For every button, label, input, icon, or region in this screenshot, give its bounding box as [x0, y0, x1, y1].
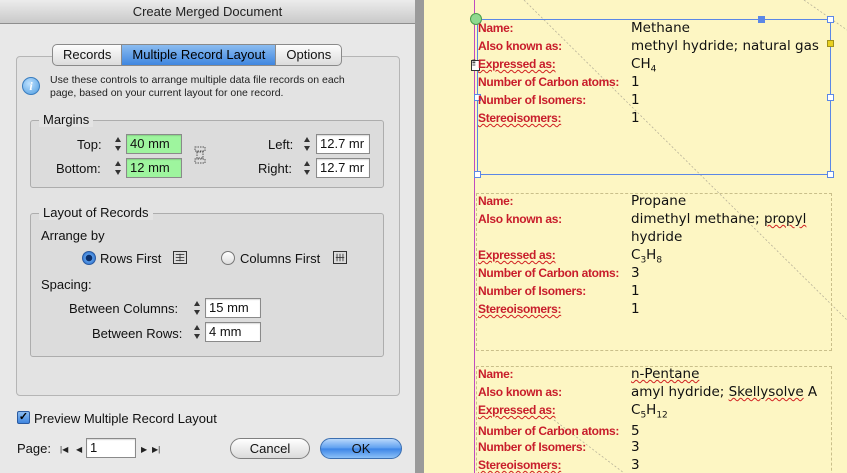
bottom-stepper[interactable] — [114, 158, 123, 178]
right-label: Right: — [258, 161, 292, 176]
previous-page-icon[interactable]: ◀ — [76, 445, 82, 454]
bottom-margin-field[interactable]: 12 mm — [126, 158, 182, 178]
record-field-name: Number of Carbon atoms: — [478, 75, 620, 89]
left-label: Left: — [268, 137, 294, 152]
rows-first-label[interactable]: Rows First — [100, 251, 161, 266]
record-field-name: Also known as: — [478, 212, 562, 226]
record-field-value: 1 — [631, 92, 640, 108]
record-2-field-row: Number of Carbon atoms: 3 — [478, 264, 821, 282]
resize-handle-bottom-left[interactable] — [474, 171, 481, 178]
record-1-field-row: Stereoisomers: 1 — [478, 109, 821, 127]
info-row: i Use these controls to arrange multiple… — [22, 74, 382, 100]
between-columns-label: Between Columns: — [69, 301, 179, 316]
columns-first-radio[interactable] — [221, 251, 235, 265]
record-field-value: methyl hydride; natural gas — [631, 38, 819, 54]
page-field[interactable]: 1 — [86, 438, 136, 458]
record-field-value: 3 — [631, 439, 640, 455]
between-rows-label: Between Rows: — [92, 326, 183, 341]
record-field-name: Also known as: — [478, 385, 562, 399]
record-field-name: Number of Isomers: — [478, 93, 586, 107]
record-3-field-row: Number of Isomers: 3 — [478, 438, 821, 456]
ok-button[interactable]: OK — [320, 438, 402, 459]
right-stepper[interactable] — [303, 158, 312, 178]
top-margin-field[interactable]: 40 mm — [126, 134, 182, 154]
rows-first-layout-icon — [173, 251, 187, 264]
layout-group-title: Layout of Records — [39, 205, 153, 220]
last-page-icon[interactable]: ▶| — [152, 445, 160, 454]
record-field-value: 3 — [631, 265, 640, 281]
next-page-icon[interactable]: ▶ — [141, 445, 147, 454]
columns-first-layout-icon — [333, 251, 347, 264]
left-stepper[interactable] — [303, 134, 312, 154]
record-2-field-row: Stereoisomers: 1 — [478, 300, 821, 318]
left-margin-field[interactable]: 12.7 mr — [316, 134, 370, 154]
record-1-field-row: Number of Carbon atoms: 1 — [478, 73, 821, 91]
record-field-name: Number of Isomers: — [478, 284, 586, 298]
arrange-by-label: Arrange by — [41, 228, 105, 243]
between-rows-field[interactable]: 4 mm — [205, 322, 261, 342]
dialog-title: Create Merged Document — [0, 0, 415, 24]
resize-handle-top-right[interactable] — [827, 16, 834, 23]
record-field-name: Number of Isomers: — [478, 440, 586, 454]
record-field-name: Stereoisomers: — [478, 458, 562, 472]
record-field-name: Stereoisomers: — [478, 302, 562, 316]
record-field-name: Name: — [478, 21, 514, 35]
record-2-field-row: Name: Propane — [478, 192, 821, 210]
record-3-field-row: Also known as: amyl hydride; Skellysolve … — [478, 383, 821, 401]
margins-group-title: Margins — [39, 112, 94, 127]
right-margin-field[interactable]: 12.7 mr — [316, 158, 370, 178]
preview-checkbox[interactable]: ✓ — [17, 411, 30, 424]
cancel-button[interactable]: Cancel — [230, 438, 310, 459]
record-field-name: Number of Carbon atoms: — [478, 266, 620, 280]
record-field-name: Also known as: — [478, 39, 562, 53]
record-field-value: Propane — [631, 193, 687, 209]
first-page-icon[interactable]: |◀ — [60, 445, 68, 454]
top-stepper[interactable] — [114, 134, 123, 154]
record-field-value: 1 — [631, 110, 640, 126]
between-rows-stepper[interactable] — [193, 322, 202, 342]
record-field-value: 3 — [631, 457, 640, 473]
record-field-name: Name: — [478, 194, 514, 208]
record-field-value: 1 — [631, 301, 640, 317]
tab-multiple-record-layout[interactable]: Multiple Record Layout — [122, 45, 277, 65]
tab-bar: Records Multiple Record Layout Options — [52, 44, 343, 66]
record-field-value: n-Pentane — [631, 366, 700, 382]
overset-port-icon[interactable] — [827, 40, 834, 47]
record-field-value: dimethyl methane; propyl hydride — [631, 211, 807, 245]
record-1-field-row: Number of Isomers: 1 — [478, 91, 821, 109]
between-columns-stepper[interactable] — [193, 298, 202, 318]
record-field-name: Name: — [478, 367, 514, 381]
record-field-value: 1 — [631, 74, 640, 90]
rows-first-radio[interactable] — [82, 251, 96, 265]
info-text: Use these controls to arrange multiple d… — [50, 74, 345, 99]
record-field-name: Stereoisomers: — [478, 111, 562, 125]
link-chain-icon[interactable] — [194, 146, 206, 164]
record-3-field-row: Stereoisomers: 3 — [478, 456, 821, 473]
record-field-value: 1 — [631, 283, 640, 299]
create-merged-document-dialog: Create Merged Document Records Multiple … — [0, 0, 416, 473]
bottom-label: Bottom: — [56, 161, 101, 176]
record-1-field-row: Name: Methane — [478, 19, 821, 37]
tab-records[interactable]: Records — [53, 45, 123, 65]
between-columns-field[interactable]: 15 mm — [205, 298, 261, 318]
tab-options[interactable]: Options — [276, 45, 341, 65]
info-icon: i — [22, 77, 40, 95]
resize-handle-bottom-right[interactable] — [827, 171, 834, 178]
record-1-field-row: Also known as: methyl hydride; natural ga… — [478, 37, 821, 55]
record-field-value: amyl hydride; Skellysolve A — [631, 384, 818, 400]
columns-first-label[interactable]: Columns First — [240, 251, 320, 266]
record-2-field-row: Number of Isomers: 1 — [478, 282, 821, 300]
resize-handle-right[interactable] — [827, 94, 834, 101]
top-label: Top: — [77, 137, 102, 152]
record-3-field-row: Name: n-Pentane — [478, 365, 821, 383]
pasteboard — [416, 0, 424, 473]
preview-label[interactable]: Preview Multiple Record Layout — [34, 411, 217, 426]
record-field-value: Methane — [631, 20, 690, 36]
record-2-field-row: Also known as: dimethyl methane; propyl h… — [478, 210, 821, 246]
page-label: Page: — [17, 441, 51, 456]
spacing-label: Spacing: — [41, 277, 92, 292]
